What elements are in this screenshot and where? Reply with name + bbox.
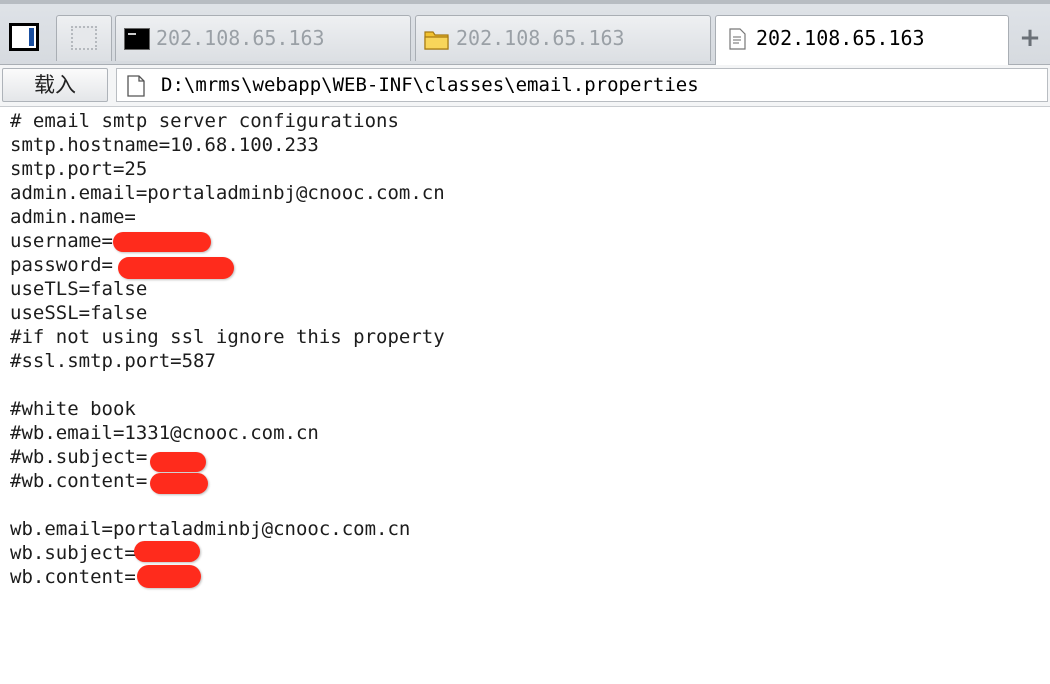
redaction-mark (118, 257, 234, 279)
editor-line: wb.subject= (10, 542, 136, 564)
tab-label: 202.108.65.163 (456, 26, 625, 50)
top-border (0, 0, 1050, 4)
redaction-mark (113, 232, 211, 252)
editor-line: wb.email=portaladminbj@cnooc.com.cn (10, 518, 411, 540)
terminal-icon (124, 28, 150, 50)
file-icon (729, 28, 746, 50)
redaction-mark (150, 473, 208, 494)
tab-empty[interactable] (56, 15, 112, 61)
editor-line: #white book (10, 398, 136, 420)
folder-icon (424, 31, 449, 50)
editor-line: admin.name= (10, 206, 136, 228)
editor-line: #if not using ssl ignore this property (10, 326, 445, 348)
address-bar: 载入 D:\mrms\webapp\WEB-INF\classes\email.… (0, 65, 1050, 107)
editor-line: #wb.email=1331@cnooc.com.cn (10, 422, 319, 444)
tab-terminal[interactable]: 202.108.65.163 (115, 15, 411, 61)
tab-label: 202.108.65.163 (756, 26, 925, 50)
blank-session-icon (71, 26, 97, 50)
text-editor[interactable]: # email smtp server configurations smtp.… (0, 107, 1050, 684)
editor-line: #wb.content= (10, 470, 148, 492)
editor-line: admin.email=portaladminbj@cnooc.com.cn (10, 182, 445, 204)
tab-bar: 202.108.65.163 202.108.65.163 202.108.65… (0, 0, 1050, 65)
tab-file-manager[interactable]: 202.108.65.163 (415, 15, 711, 61)
load-button[interactable]: 载入 (2, 68, 108, 102)
tab-editor[interactable]: 202.108.65.163 (715, 15, 1009, 65)
editor-line: useTLS=false (10, 278, 148, 300)
redaction-mark (134, 541, 200, 562)
sidebar-toggle-icon (9, 23, 39, 51)
editor-line: smtp.port=25 (10, 158, 148, 180)
editor-line: # email smtp server configurations (10, 110, 399, 132)
file-path-field[interactable]: D:\mrms\webapp\WEB-INF\classes\email.pro… (116, 68, 1048, 102)
redaction-mark (137, 565, 201, 588)
editor-line: username= (10, 230, 113, 252)
redaction-mark (150, 452, 206, 472)
sidebar-toggle-button[interactable] (6, 20, 42, 56)
editor-line: smtp.hostname=10.68.100.233 (10, 134, 319, 156)
editor-line: #wb.subject= (10, 446, 148, 468)
document-icon (127, 75, 145, 97)
file-path-text: D:\mrms\webapp\WEB-INF\classes\email.pro… (161, 74, 699, 96)
editor-line: #ssl.smtp.port=587 (10, 350, 216, 372)
editor-line: useSSL=false (10, 302, 148, 324)
editor-line: password= (10, 254, 113, 276)
editor-line: wb.content= (10, 566, 136, 588)
new-tab-button[interactable]: + (1016, 24, 1044, 52)
tab-label: 202.108.65.163 (156, 26, 325, 50)
